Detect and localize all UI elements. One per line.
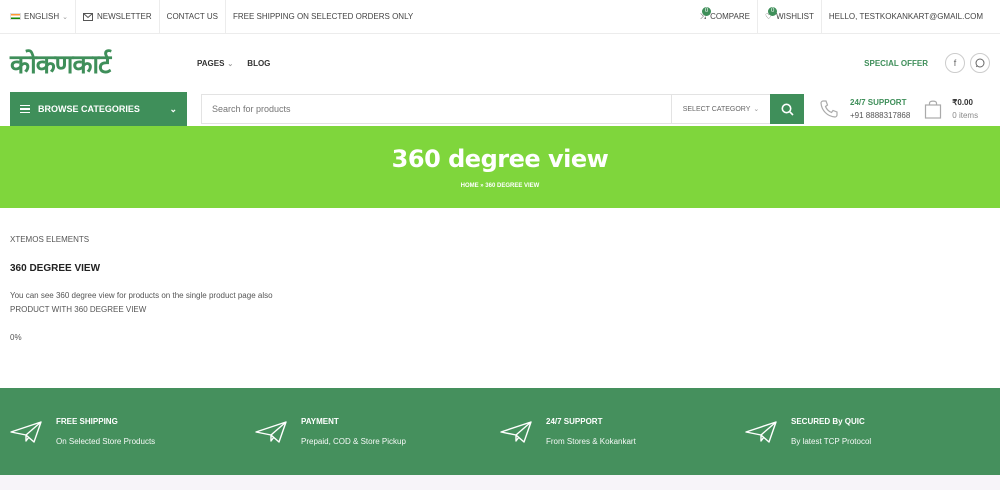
- feature-subtitle: From Stores & Kokankart: [546, 437, 636, 446]
- browse-categories-button[interactable]: BROWSE CATEGORIES ⌄: [10, 92, 187, 126]
- compare-label: COMPARE: [710, 12, 750, 21]
- paper-plane-icon: [500, 420, 532, 443]
- compare-icon: ⤨ 0: [700, 6, 712, 22]
- account-greeting[interactable]: HELLO, TESTKOKANKART@GMAIL.COM: [822, 0, 990, 34]
- whatsapp-icon[interactable]: [970, 53, 990, 73]
- feature-title: SECURED By QUIC: [791, 417, 865, 426]
- support-phone: +91 8888317868: [850, 111, 911, 120]
- feature-secured: SECURED By QUIC By latest TCP Protocol: [745, 417, 990, 446]
- language-label: ENGLISH: [24, 12, 60, 21]
- cart-widget[interactable]: ₹0.00 0 items: [924, 98, 978, 120]
- feature-title: PAYMENT: [301, 417, 339, 426]
- main-content: XTEMOS ELEMENTS 360 DEGREE VIEW You can …: [0, 208, 1000, 388]
- paper-plane-icon: [10, 420, 42, 443]
- feature-subtitle: Prepaid, COD & Store Pickup: [301, 437, 406, 446]
- mail-icon: [83, 12, 93, 21]
- facebook-icon[interactable]: f: [945, 53, 965, 73]
- description-line: You can see 360 degree view for products…: [10, 291, 273, 300]
- support-info[interactable]: 24/7 SUPPORT +91 8888317868: [818, 98, 910, 120]
- feature-support: 24/7 SUPPORT From Stores & Kokankart: [500, 417, 745, 446]
- newsletter-label: NEWSLETTER: [97, 12, 152, 21]
- phone-icon: [820, 100, 838, 118]
- support-title: 24/7 SUPPORT: [850, 98, 907, 107]
- features-bar: FREE SHIPPING On Selected Store Products…: [0, 388, 1000, 475]
- feature-free-shipping: FREE SHIPPING On Selected Store Products: [10, 417, 255, 446]
- search-bar-row: BROWSE CATEGORIES ⌄ SELECT CATEGORY ⌄ 24…: [0, 92, 1000, 126]
- paper-plane-icon: [745, 420, 777, 443]
- whatsapp-glyph: [975, 58, 985, 68]
- site-logo[interactable]: कोकणकार्ट: [10, 43, 175, 83]
- page-hero: 360 degree view HOME » 360 DEGREE VIEW: [0, 126, 1000, 208]
- section-eyebrow: XTEMOS ELEMENTS: [10, 235, 90, 244]
- page-bottom-strip: [0, 475, 1000, 490]
- main-nav: PAGES ⌄ BLOG: [197, 59, 284, 68]
- bag-icon: [925, 100, 942, 119]
- special-offer-link[interactable]: SPECIAL OFFER: [864, 59, 928, 68]
- category-select-label: SELECT CATEGORY: [682, 105, 751, 113]
- compare-link[interactable]: ⤨ 0 COMPARE: [700, 0, 758, 34]
- account-greeting-text: HELLO, TESTKOKANKART@GMAIL.COM: [828, 12, 983, 21]
- category-select[interactable]: SELECT CATEGORY ⌄: [671, 95, 770, 123]
- chevron-down-icon: ⌄: [753, 106, 760, 113]
- shipping-note: FREE SHIPPING ON SELECTED ORDERS ONLY: [226, 0, 420, 34]
- menu-icon: [20, 103, 30, 116]
- nav-pages-label: PAGES: [197, 58, 225, 68]
- feature-title: FREE SHIPPING: [56, 417, 118, 426]
- flag-india-icon: [10, 13, 21, 20]
- nav-item-blog[interactable]: BLOG: [247, 59, 270, 68]
- wishlist-link[interactable]: ♡ 0 WISHLIST: [758, 0, 822, 34]
- feature-title: 24/7 SUPPORT: [546, 417, 603, 426]
- nav-item-pages[interactable]: PAGES ⌄: [197, 59, 233, 68]
- search-button[interactable]: [770, 94, 804, 124]
- heart-icon: ♡ 0: [765, 7, 778, 21]
- logo-text: कोकणकार्ट: [10, 50, 111, 80]
- wishlist-label: WISHLIST: [776, 12, 814, 21]
- loading-progress: 0%: [10, 333, 22, 342]
- compare-count-badge: 0: [702, 6, 712, 16]
- nav-blog-label: BLOG: [247, 58, 271, 68]
- browse-categories-label: BROWSE CATEGORIES: [38, 104, 140, 114]
- chevron-down-icon: ⌄: [62, 13, 68, 21]
- breadcrumb: HOME » 360 DEGREE VIEW: [460, 183, 540, 189]
- contact-label: CONTACT US: [166, 12, 218, 21]
- search-form: SELECT CATEGORY ⌄: [201, 94, 804, 124]
- newsletter-link[interactable]: NEWSLETTER: [76, 0, 160, 34]
- chevron-down-icon: ⌄: [227, 60, 234, 68]
- cart-amount: ₹0.00: [952, 98, 973, 107]
- page-title: 360 degree view: [391, 145, 609, 173]
- shipping-note-text: FREE SHIPPING ON SELECTED ORDERS ONLY: [232, 12, 414, 21]
- top-bar: ENGLISH ⌄ NEWSLETTER CONTACT US FREE SHI…: [0, 0, 1000, 34]
- paper-plane-icon: [255, 420, 287, 443]
- feature-subtitle: By latest TCP Protocol: [791, 437, 872, 446]
- section-heading: 360 DEGREE VIEW: [10, 263, 101, 274]
- main-header: कोकणकार्ट PAGES ⌄ BLOG SPECIAL OFFER f: [0, 34, 1000, 92]
- chevron-down-icon: ⌄: [169, 103, 177, 114]
- cart-items: 0 items: [952, 111, 979, 120]
- contact-link[interactable]: CONTACT US: [160, 0, 226, 34]
- search-input[interactable]: [202, 95, 671, 123]
- feature-payment: PAYMENT Prepaid, COD & Store Pickup: [255, 417, 500, 446]
- feature-subtitle: On Selected Store Products: [56, 437, 156, 446]
- product-caption: PRODUCT WITH 360 DEGREE VIEW: [10, 305, 147, 314]
- language-switcher[interactable]: ENGLISH ⌄: [10, 0, 76, 34]
- search-icon: [781, 103, 794, 116]
